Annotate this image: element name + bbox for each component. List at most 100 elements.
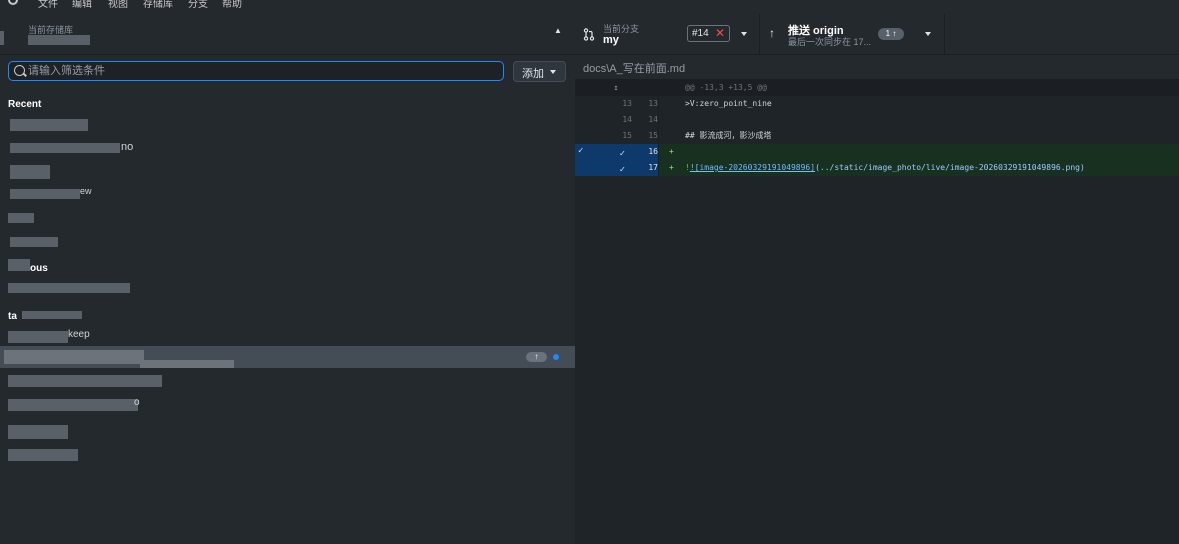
chevron-down-icon [550,70,556,74]
add-sign: + [669,147,674,156]
diff-lines: ↥ @@ -13,3 +13,5 @@ 13 13 >V:zero_point_… [575,80,1179,176]
chevron-down-icon[interactable] [925,32,931,36]
menu-bar: 文件 编辑 视图 存储库 分支 帮助 [0,0,1179,9]
list-item[interactable] [0,231,575,253]
list-item[interactable] [0,113,575,135]
menu-branch[interactable]: 分支 [188,0,208,9]
search-icon [14,65,25,76]
add-button[interactable]: 添加 [513,61,566,82]
group-other: ous [30,263,48,274]
diff-line-added[interactable]: ✓ ✓ 16 + [575,144,1179,160]
github-logo-icon [8,0,18,5]
arrow-up-icon: ↑ [769,26,775,40]
line-text: >V:zero_point_nine [685,99,772,108]
redacted-repo-name [28,35,90,45]
check-icon: ✓ [578,146,584,156]
redacted-repo [8,375,162,387]
menu-file[interactable]: 文件 [38,0,58,9]
line-gutter[interactable] [575,160,600,176]
diff-panel: docs\A_写在前面.md ↥ @@ -13,3 +13,5 @@ 13 13… [575,55,1179,544]
repo-name-fragment: o [134,397,140,408]
repo-name-fragment: keep [68,329,90,340]
file-path-bar: docs\A_写在前面.md [575,55,1179,80]
list-item[interactable] [0,277,575,299]
chevron-up-icon[interactable]: ▲ [554,26,562,35]
new-line-number: 15 [632,128,659,144]
redacted-repo [10,119,88,131]
redacted-repo [10,143,120,153]
old-line-number: 13 [622,99,632,108]
pull-request-badge[interactable]: #14 ✕ [687,25,730,42]
list-item[interactable]: o [0,395,575,417]
diff-line-added[interactable]: ✓ 17 + !![image-20260329191049896](../st… [575,160,1179,176]
menu-repository[interactable]: 存储库 [143,0,173,9]
check-icon: ✓ [619,149,625,159]
line-text: ## 影流成河，影沙成塔 [685,131,772,140]
last-sync-text: 最后一次同步在 17... [788,37,872,47]
hunk-header: @@ -13,3 +13,5 @@ [685,83,767,92]
new-line-number: 14 [632,112,659,128]
list-item[interactable] [0,207,575,229]
redacted-group [8,259,30,271]
redacted-repo [10,165,50,179]
list-item[interactable] [0,421,575,443]
list-item[interactable]: ew [0,183,575,205]
image-link-text: ![image-20260329191049896] [689,163,816,172]
toolbar: 当前分支 my #14 ✕ ↑ 推送 origin 最后一次同步在 17... … [575,14,1179,55]
redacted-repo [8,425,68,439]
diff-line[interactable]: 13 13 >V:zero_point_nine [575,96,1179,112]
redacted-repo [140,360,234,368]
new-line-number: 16 [632,144,659,160]
chevron-down-icon [741,32,747,36]
add-sign: + [669,163,674,172]
current-repository-header[interactable]: 当前存储库 ▲ [0,9,575,55]
redacted-group [22,311,82,319]
line-gutter[interactable]: ✓ [575,144,600,160]
line-select[interactable]: ✓ [600,144,632,160]
ahead-badge: ↑ [526,352,547,362]
list-item[interactable]: no [0,137,575,159]
hunk-header-row[interactable]: ↥ @@ -13,3 +13,5 @@ [575,80,1179,96]
diff-line[interactable]: 14 14 [575,112,1179,128]
diff-line[interactable]: 15 15 ## 影流成河，影沙成塔 [575,128,1179,144]
redacted-repo [8,213,34,223]
menu-view[interactable]: 视图 [108,0,128,9]
repo-name-fragment: no [121,141,134,153]
redacted-repo [8,331,68,343]
check-icon: ✓ [619,165,625,175]
menu-help[interactable]: 帮助 [222,0,242,9]
new-line-number: 17 [632,160,659,176]
redacted-mark [0,31,4,45]
repository-filter[interactable] [8,61,504,81]
file-path: docs\A_写在前面.md [583,63,686,75]
line-select[interactable]: ✓ [600,160,632,176]
expand-up-icon[interactable]: ↥ [600,80,632,96]
repository-panel: 当前存储库 ▲ 添加 Recent no ew [0,9,575,544]
push-origin-button[interactable]: ↑ 推送 origin 最后一次同步在 17... 1 ↑ [760,14,945,54]
list-item[interactable] [0,161,575,183]
current-branch-name: my [603,34,619,46]
redacted-repo [8,399,138,411]
list-item[interactable] [0,445,575,467]
line-text: !![image-20260329191049896](../static/im… [685,163,1085,172]
menu-edit[interactable]: 编辑 [72,0,92,9]
repository-list: Recent no ew ous ta keep ↑ o [0,91,575,544]
pr-number: #14 [692,28,709,39]
group-third: ta [8,311,17,322]
image-path-text: (../static/image_photo/live/image-202603… [815,163,1085,172]
push-count-badge: 1 ↑ [878,28,904,40]
selected-repository[interactable]: ↑ [0,346,575,368]
redacted-repo [4,350,144,364]
filter-input[interactable] [28,63,498,79]
old-line-number: 15 [622,131,632,140]
redacted-repo [8,449,78,461]
filter-row: 添加 [0,55,575,91]
current-branch-button[interactable]: 当前分支 my #14 ✕ [575,14,760,54]
redacted-repo [10,237,58,247]
add-button-label: 添加 [522,68,544,80]
old-line-number: 14 [622,115,632,124]
list-item[interactable] [0,371,575,393]
changes-indicator [553,354,559,360]
redacted-repo [10,189,80,199]
redacted-repo [8,283,130,293]
